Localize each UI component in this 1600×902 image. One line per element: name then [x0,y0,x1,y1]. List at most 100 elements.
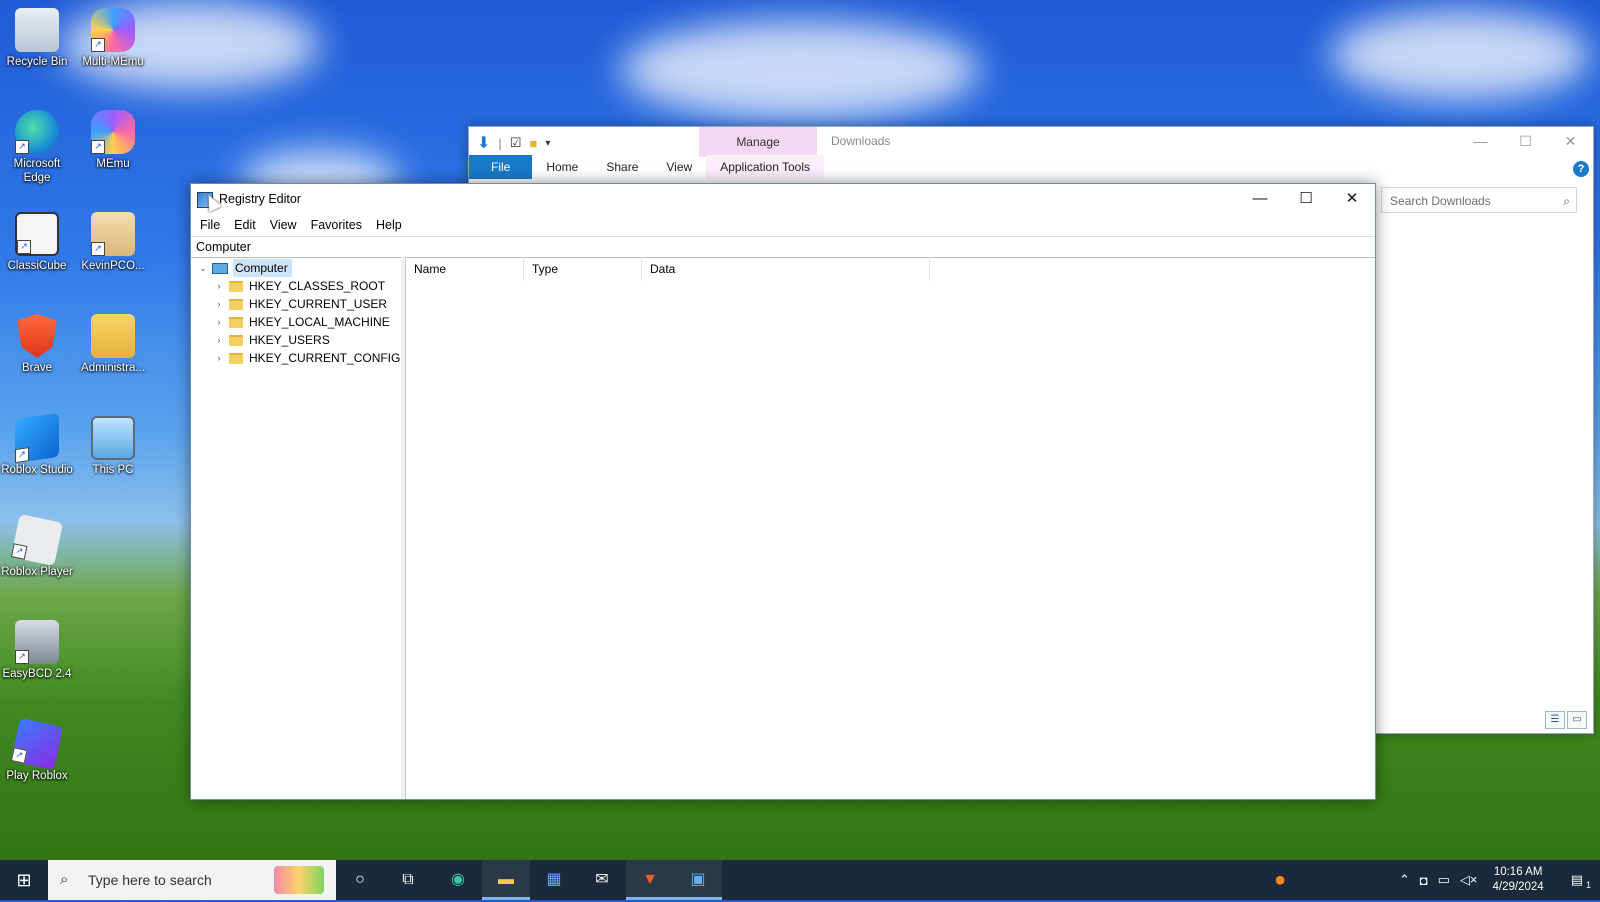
chevron-right-icon[interactable]: › [213,295,225,313]
desktop-icon-play-roblox[interactable]: ↗ Play Roblox [0,717,74,783]
tree-item-hkey-local-machine[interactable]: › HKEY_LOCAL_MACHINE [213,313,390,331]
edge-icon: ↗ [15,110,59,154]
tree-item-computer[interactable]: ⌄ Computer [197,259,292,277]
explorer-title-bar[interactable]: ⬇ | ☑ ■ ▾ Manage Downloads — ☐ ✕ [469,127,1593,157]
desktop-icon-kevinpco[interactable]: ↗ KevinPCO... [76,212,150,273]
chevron-down-icon[interactable]: ⌄ [197,259,209,277]
download-arrow-icon[interactable]: ⬇ [477,133,490,153]
minimize-icon[interactable]: — [1458,127,1503,155]
desktop-icon-roblox-studio[interactable]: ↗ Roblox Studio [0,412,74,477]
task-view-icon: ⧉ [402,871,414,888]
desktop-icon-classicube[interactable]: ↗ ClassiCube [0,212,74,273]
computer-icon [212,262,228,274]
memu-icon: ↗ [91,110,135,154]
chevron-right-icon[interactable]: › [213,331,225,349]
desktop-icon-microsoft-edge[interactable]: ↗ Microsoft Edge [0,110,74,185]
desktop-icon-recycle-bin[interactable]: Recycle Bin [0,8,74,69]
column-header-name[interactable]: Name [406,257,524,281]
regedit-title-bar[interactable]: Registry Editor — ☐ ✕ [191,184,1375,214]
registry-editor-window[interactable]: Registry Editor — ☐ ✕ File Edit View Fav… [190,183,1376,800]
desktop-icon-roblox-player[interactable]: ↗ Roblox Player [0,513,74,579]
new-folder-icon[interactable]: ■ [529,136,537,151]
tree-item-hkey-users[interactable]: › HKEY_USERS [213,331,330,349]
brave-icon: ▼ [642,871,658,888]
roblox-studio-icon: ↗ [15,412,59,464]
menu-file[interactable]: File [193,218,227,232]
desktop-icon-memu[interactable]: ↗ MEmu [76,110,150,171]
network-icon[interactable]: ▭ [1433,872,1455,888]
desktop-icon-this-pc[interactable]: This PC [76,416,150,477]
tree-item-hkey-current-user[interactable]: › HKEY_CURRENT_USER [213,295,388,313]
computer-icon [91,416,135,460]
folder-icon [229,316,243,328]
address-bar[interactable]: Computer [191,236,1375,258]
window-title: Registry Editor [219,192,301,206]
explorer-window-controls: — ☐ ✕ [1458,127,1593,155]
chevron-right-icon[interactable]: › [213,313,225,331]
maximize-icon[interactable]: ☐ [1503,127,1548,155]
cortana-circle-icon: ○ [355,871,365,888]
brave-icon [17,314,57,358]
search-icon: ⌕ [1563,194,1570,208]
camera-icon[interactable]: ◘ [1415,873,1433,888]
tab-view[interactable]: View [652,155,706,179]
customize-toolbar-icon[interactable]: ▾ [545,138,550,149]
key-tree: ⌄ Computer › HKEY_CLASSES_ROOT › HKEY_CU… [191,257,402,799]
values-list[interactable]: Name Type Data [406,257,1375,799]
details-view-icon[interactable]: ☰ [1545,711,1565,729]
orange-circle-icon: ● [1273,869,1287,891]
search-downloads-input[interactable]: Search Downloads ⌕ [1381,187,1577,213]
close-icon[interactable]: ✕ [1329,184,1375,214]
clock[interactable]: 10:16 AM 4/29/2024 [1483,865,1554,895]
tab-home[interactable]: Home [532,155,592,179]
taskbar-brave[interactable]: ▼ [626,860,674,900]
taskbar-registry-editor[interactable]: ▣ [674,860,722,900]
play-roblox-icon: ↗ [10,717,64,771]
menu-favorites[interactable]: Favorites [304,218,369,232]
taskbar-file-explorer[interactable]: ▬ [482,860,530,900]
menu-help[interactable]: Help [369,218,409,232]
volume-muted-icon[interactable]: ◁× [1455,872,1483,888]
chevron-up-icon[interactable]: ⌃ [1394,872,1415,888]
maximize-icon[interactable]: ☐ [1283,184,1329,214]
taskbar-edge[interactable]: ◉ [434,860,482,900]
chevron-right-icon[interactable]: › [213,277,225,295]
taskbar-orange-app[interactable]: ● [1256,860,1304,900]
desktop-icon-multi-memu[interactable]: ↗ Multi-MEmu [76,8,150,69]
multi-memu-icon: ↗ [91,8,135,52]
list-header: Name Type Data [406,257,1375,281]
cortana-button[interactable]: ○ [336,860,384,900]
manage-contextual-tab[interactable]: Manage [699,127,817,157]
taskbar-search-box[interactable]: ⌕ Type here to search [48,860,336,900]
tab-file[interactable]: File [469,155,533,179]
desktop-icon-easybcd[interactable]: ↗ EasyBCD 2.4 [0,620,74,681]
tree-item-hkey-classes-root[interactable]: › HKEY_CLASSES_ROOT [213,277,386,295]
tab-share[interactable]: Share [592,155,652,179]
chevron-right-icon[interactable]: › [213,349,225,367]
menu-view[interactable]: View [263,218,304,232]
desktop-icon-administrator[interactable]: Administra... [76,314,150,375]
start-button[interactable]: ⊞ [0,860,48,900]
taskbar: ⊞ ⌕ Type here to search ○ ⧉ ◉ ▬ ▦ ✉ ▼ ▣ … [0,860,1600,900]
large-icons-view-icon[interactable]: ▭ [1567,711,1587,729]
regedit-window-controls: — ☐ ✕ [1237,184,1375,214]
desktop-icon-brave[interactable]: Brave [0,314,74,375]
column-header-data[interactable]: Data [642,257,930,281]
properties-icon[interactable]: ☑ [510,135,522,151]
tree-item-hkey-current-config[interactable]: › HKEY_CURRENT_CONFIG [213,349,401,367]
quick-access-toolbar: ⬇ | ☑ ■ ▾ [477,133,550,153]
menu-edit[interactable]: Edit [227,218,263,232]
help-icon[interactable]: ? [1573,161,1589,177]
taskbar-mail[interactable]: ✉ [578,860,626,900]
explorer-title: Downloads [831,134,891,148]
tab-application-tools[interactable]: Application Tools [706,155,825,179]
minimize-icon[interactable]: — [1237,184,1283,214]
taskbar-microsoft-store[interactable]: ▦ [530,860,578,900]
folder-icon [229,334,243,346]
folder-icon [229,280,243,292]
notifications-button[interactable]: ▤ 1 [1554,872,1600,890]
close-icon[interactable]: ✕ [1548,127,1593,155]
column-header-type[interactable]: Type [524,257,642,281]
user-folder-icon [91,314,135,358]
task-view-button[interactable]: ⧉ [384,860,432,900]
